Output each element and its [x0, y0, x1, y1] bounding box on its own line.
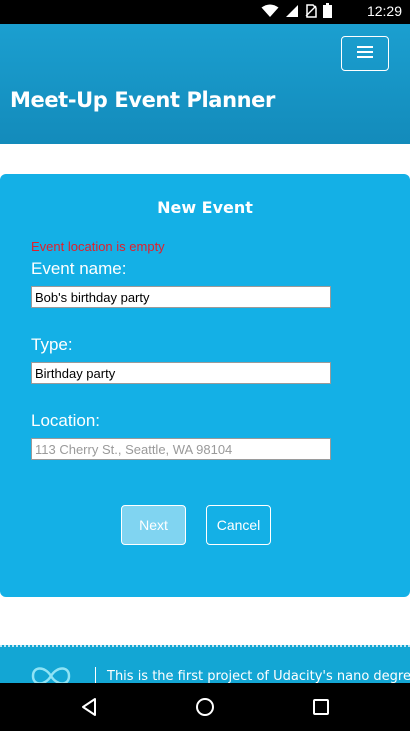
- wifi-icon: [261, 3, 279, 22]
- no-sim-icon: [305, 3, 317, 22]
- status-bar: 12:29: [0, 0, 410, 24]
- footer: This is the first project of Udacity's n…: [0, 645, 410, 687]
- hamburger-menu-icon: [357, 44, 373, 63]
- error-message: Event location is empty: [31, 239, 165, 254]
- next-button[interactable]: Next: [121, 505, 186, 545]
- event-name-input[interactable]: [31, 286, 331, 308]
- battery-icon: [323, 2, 332, 22]
- navigation-bar: [0, 683, 410, 731]
- cancel-button[interactable]: Cancel: [206, 505, 271, 545]
- footer-text: This is the first project of Udacity's n…: [107, 669, 410, 684]
- home-icon[interactable]: [191, 693, 219, 721]
- location-label: Location:: [31, 411, 100, 430]
- signal-icon: [285, 3, 299, 22]
- status-time: 12:29: [366, 3, 402, 19]
- event-name-label: Event name:: [31, 259, 127, 278]
- recents-icon[interactable]: [307, 693, 335, 721]
- app-header: Meet-Up Event Planner: [0, 24, 410, 144]
- menu-button[interactable]: [341, 36, 389, 71]
- app-title: Meet-Up Event Planner: [10, 88, 275, 112]
- status-icons: [261, 2, 332, 22]
- new-event-card: New Event Event location is empty Event …: [0, 174, 410, 597]
- type-input[interactable]: [31, 362, 331, 384]
- location-input[interactable]: [31, 438, 331, 460]
- type-label: Type:: [31, 335, 73, 354]
- form-title: New Event: [157, 198, 253, 217]
- back-icon[interactable]: [76, 693, 104, 721]
